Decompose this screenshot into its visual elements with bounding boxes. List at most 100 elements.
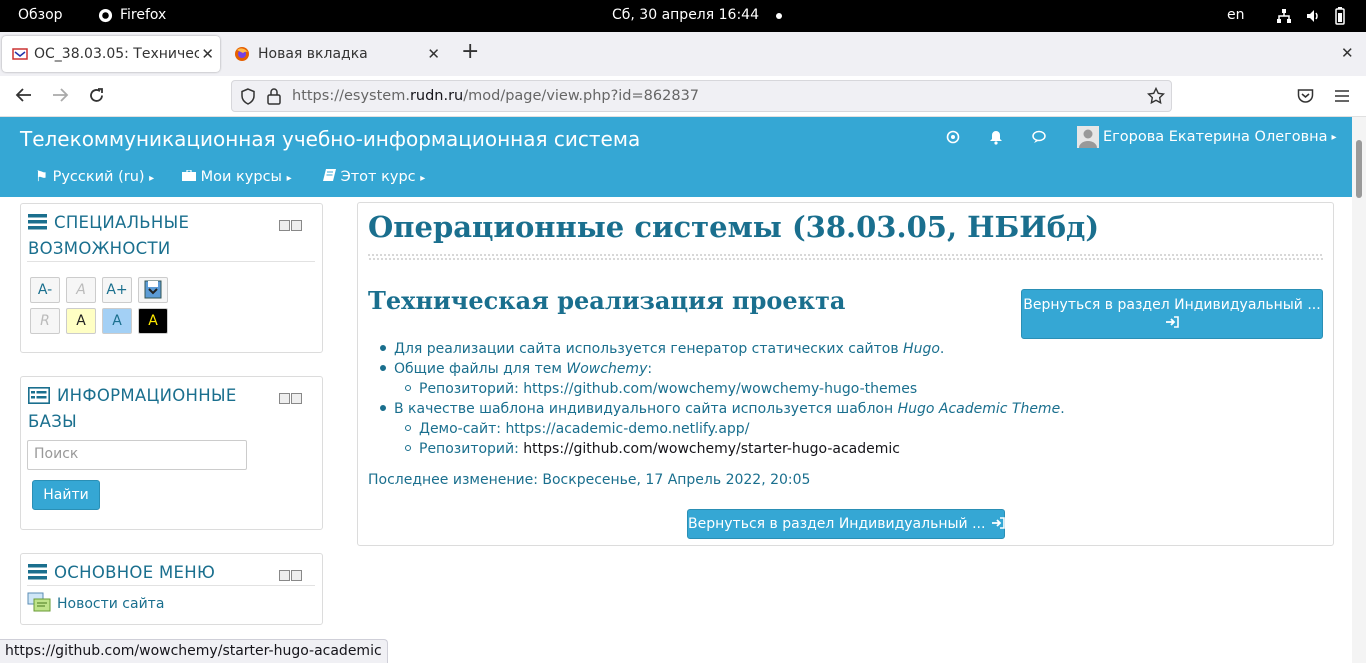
- app-menu[interactable]: Firefox: [98, 7, 166, 23]
- app-name: Firefox: [120, 7, 167, 23]
- return-section-button-top[interactable]: Вернуться в раздел Индивидуальный ...: [1021, 289, 1323, 339]
- network-icon[interactable]: [1276, 8, 1292, 24]
- site-header: Телекоммуникационная учебно-информационн…: [0, 117, 1352, 197]
- link-status-bar: https://github.com/wowchemy/starter-hugo…: [0, 639, 388, 663]
- academic-demo-link[interactable]: https://academic-demo.netlify.app/: [505, 421, 749, 437]
- reset-colors-button[interactable]: R: [30, 308, 60, 334]
- caret-right-icon: ▸: [420, 173, 426, 184]
- block-title-line2: ВОЗМОЖНОСТИ: [28, 239, 171, 258]
- rudn-favicon-icon: [12, 47, 28, 61]
- divider: [27, 585, 315, 586]
- add-circle-icon[interactable]: [946, 130, 960, 144]
- notifications-bell-icon[interactable]: [989, 130, 1003, 145]
- activities-button[interactable]: Обзор: [18, 7, 63, 23]
- list-item: Для реализации сайта используется генера…: [380, 341, 944, 357]
- tab-course-page[interactable]: ОС_38.03.05: Техническа ✕: [2, 36, 220, 72]
- url-text: https://esystem.rudn.ru/mod/page/view.ph…: [292, 88, 700, 104]
- url-bar[interactable]: https://esystem.rudn.ru/mod/page/view.ph…: [231, 80, 1172, 112]
- forum-icon: [27, 592, 51, 614]
- block-title: ИНФОРМАЦИОННЫЕ: [57, 386, 237, 405]
- block-title: ОСНОВНОЕ МЕНЮ: [54, 563, 216, 582]
- block-title-line2: БАЗЫ: [28, 412, 77, 431]
- last-modified: Последнее изменение: Воскресенье, 17 Апр…: [368, 472, 811, 488]
- nav-language[interactable]: ⚑ Русский (ru) ▸: [35, 169, 154, 185]
- main-menu-block: ОСНОВНОЕ МЕНЮ Новости сайта: [20, 553, 323, 625]
- font-decrease-button[interactable]: A-: [30, 277, 60, 303]
- caret-right-icon: ▸: [1331, 131, 1337, 143]
- wowchemy-themes-link[interactable]: https://github.com/wowchemy/wowchemy-hug…: [523, 381, 917, 397]
- hamburger-menu-icon[interactable]: [1334, 89, 1350, 103]
- lock-icon[interactable]: [267, 87, 281, 105]
- caret-right-icon: ▸: [149, 173, 155, 184]
- font-reset-button[interactable]: A: [66, 277, 96, 303]
- tab-label: Новая вкладка: [258, 46, 368, 62]
- messages-icon[interactable]: [1032, 130, 1049, 144]
- sub-list-item: Демо-сайт: https://academic-demo.netlify…: [405, 421, 749, 437]
- keyboard-language[interactable]: en: [1227, 7, 1245, 23]
- divider: [27, 261, 315, 262]
- block-dock-icon[interactable]: [291, 393, 302, 404]
- databases-block: ИНФОРМАЦИОННЫЕ БАЗЫ Поиск Найти: [20, 376, 323, 530]
- block-hide-icon[interactable]: [279, 220, 290, 231]
- block-dock-icon[interactable]: [291, 220, 302, 231]
- reload-icon[interactable]: [88, 87, 105, 104]
- navigation-toolbar: https://esystem.rudn.ru/mod/page/view.ph…: [0, 76, 1366, 117]
- sign-in-icon: [991, 517, 1005, 529]
- black-theme-button[interactable]: A: [138, 308, 168, 334]
- book-icon: [323, 169, 341, 185]
- tab-close-icon[interactable]: ✕: [201, 45, 214, 63]
- close-window-icon[interactable]: ✕: [1341, 44, 1354, 62]
- volume-icon[interactable]: [1305, 8, 1321, 24]
- user-name: Егорова Екатерина Олеговна: [1103, 129, 1328, 145]
- briefcase-icon: [182, 169, 201, 185]
- nav-this-course[interactable]: Этот курс ▸: [323, 169, 425, 185]
- sub-list-item: Репозиторий: https://github.com/wowchemy…: [405, 441, 900, 457]
- user-avatar-icon: [1077, 126, 1099, 148]
- blue-theme-button[interactable]: A: [102, 308, 132, 334]
- save-settings-icon[interactable]: [138, 277, 168, 303]
- nav-my-courses[interactable]: Мои курсы ▸: [182, 169, 292, 185]
- tab-close-icon[interactable]: ✕: [427, 45, 440, 63]
- course-title: Операционные системы (38.03.05, НБИбд): [368, 210, 1100, 244]
- main-content: Операционные системы (38.03.05, НБИбд) Т…: [357, 202, 1334, 546]
- block-hide-icon[interactable]: [279, 570, 290, 581]
- page-title: Техническая реализация проекта: [368, 286, 846, 315]
- forward-arrow-icon[interactable]: [51, 87, 69, 103]
- block-title: СПЕЦИАЛЬНЫЕ: [54, 213, 190, 232]
- font-increase-button[interactable]: A+: [102, 277, 132, 303]
- new-tab-plus-icon[interactable]: +: [461, 41, 479, 63]
- yellow-theme-button[interactable]: A: [66, 308, 96, 334]
- accessibility-block: СПЕЦИАЛЬНЫЕ ВОЗМОЖНОСТИ A- A A+ R A A A: [20, 203, 323, 353]
- return-section-button-bottom[interactable]: Вернуться в раздел Индивидуальный ...: [687, 509, 1005, 539]
- site-title[interactable]: Телекоммуникационная учебно-информационн…: [20, 127, 640, 151]
- battery-icon[interactable]: [1335, 7, 1345, 25]
- database-icon: [28, 387, 50, 404]
- tab-strip: ОС_38.03.05: Техническа ✕ Новая вкладка …: [0, 32, 1366, 76]
- pocket-icon[interactable]: [1297, 88, 1314, 103]
- starter-hugo-academic-link[interactable]: https://github.com/wowchemy/starter-hugo…: [523, 441, 900, 457]
- scrollbar-thumb[interactable]: [1356, 140, 1362, 198]
- back-arrow-icon[interactable]: [15, 87, 33, 103]
- notification-dot: [776, 13, 782, 19]
- block-list-icon: [28, 564, 47, 580]
- system-top-bar: Обзор Firefox Сб, 30 апреля 16:44 en: [0, 0, 1366, 32]
- title-divider: [368, 254, 1323, 261]
- firefox-app-icon: [98, 8, 113, 22]
- user-menu[interactable]: Егорова Екатерина Олеговна ▸: [1077, 126, 1337, 148]
- sign-in-icon: [1022, 316, 1322, 328]
- caret-right-icon: ▸: [286, 173, 292, 184]
- flag-icon: ⚑: [35, 169, 48, 185]
- bookmark-star-icon[interactable]: [1147, 87, 1165, 105]
- block-list-icon: [28, 214, 47, 230]
- find-button[interactable]: Найти: [32, 480, 100, 510]
- page-scrollbar[interactable]: [1352, 117, 1366, 663]
- search-input[interactable]: Поиск: [27, 440, 247, 470]
- tab-new[interactable]: Новая вкладка ✕: [224, 36, 444, 72]
- tracking-shield-icon[interactable]: [240, 88, 256, 105]
- tab-label: ОС_38.03.05: Техническа: [34, 46, 199, 62]
- site-news-link[interactable]: Новости сайта: [57, 596, 164, 612]
- block-hide-icon[interactable]: [279, 393, 290, 404]
- clock[interactable]: Сб, 30 апреля 16:44: [612, 7, 759, 23]
- block-dock-icon[interactable]: [291, 570, 302, 581]
- sub-list-item: Репозиторий: https://github.com/wowchemy…: [405, 381, 917, 397]
